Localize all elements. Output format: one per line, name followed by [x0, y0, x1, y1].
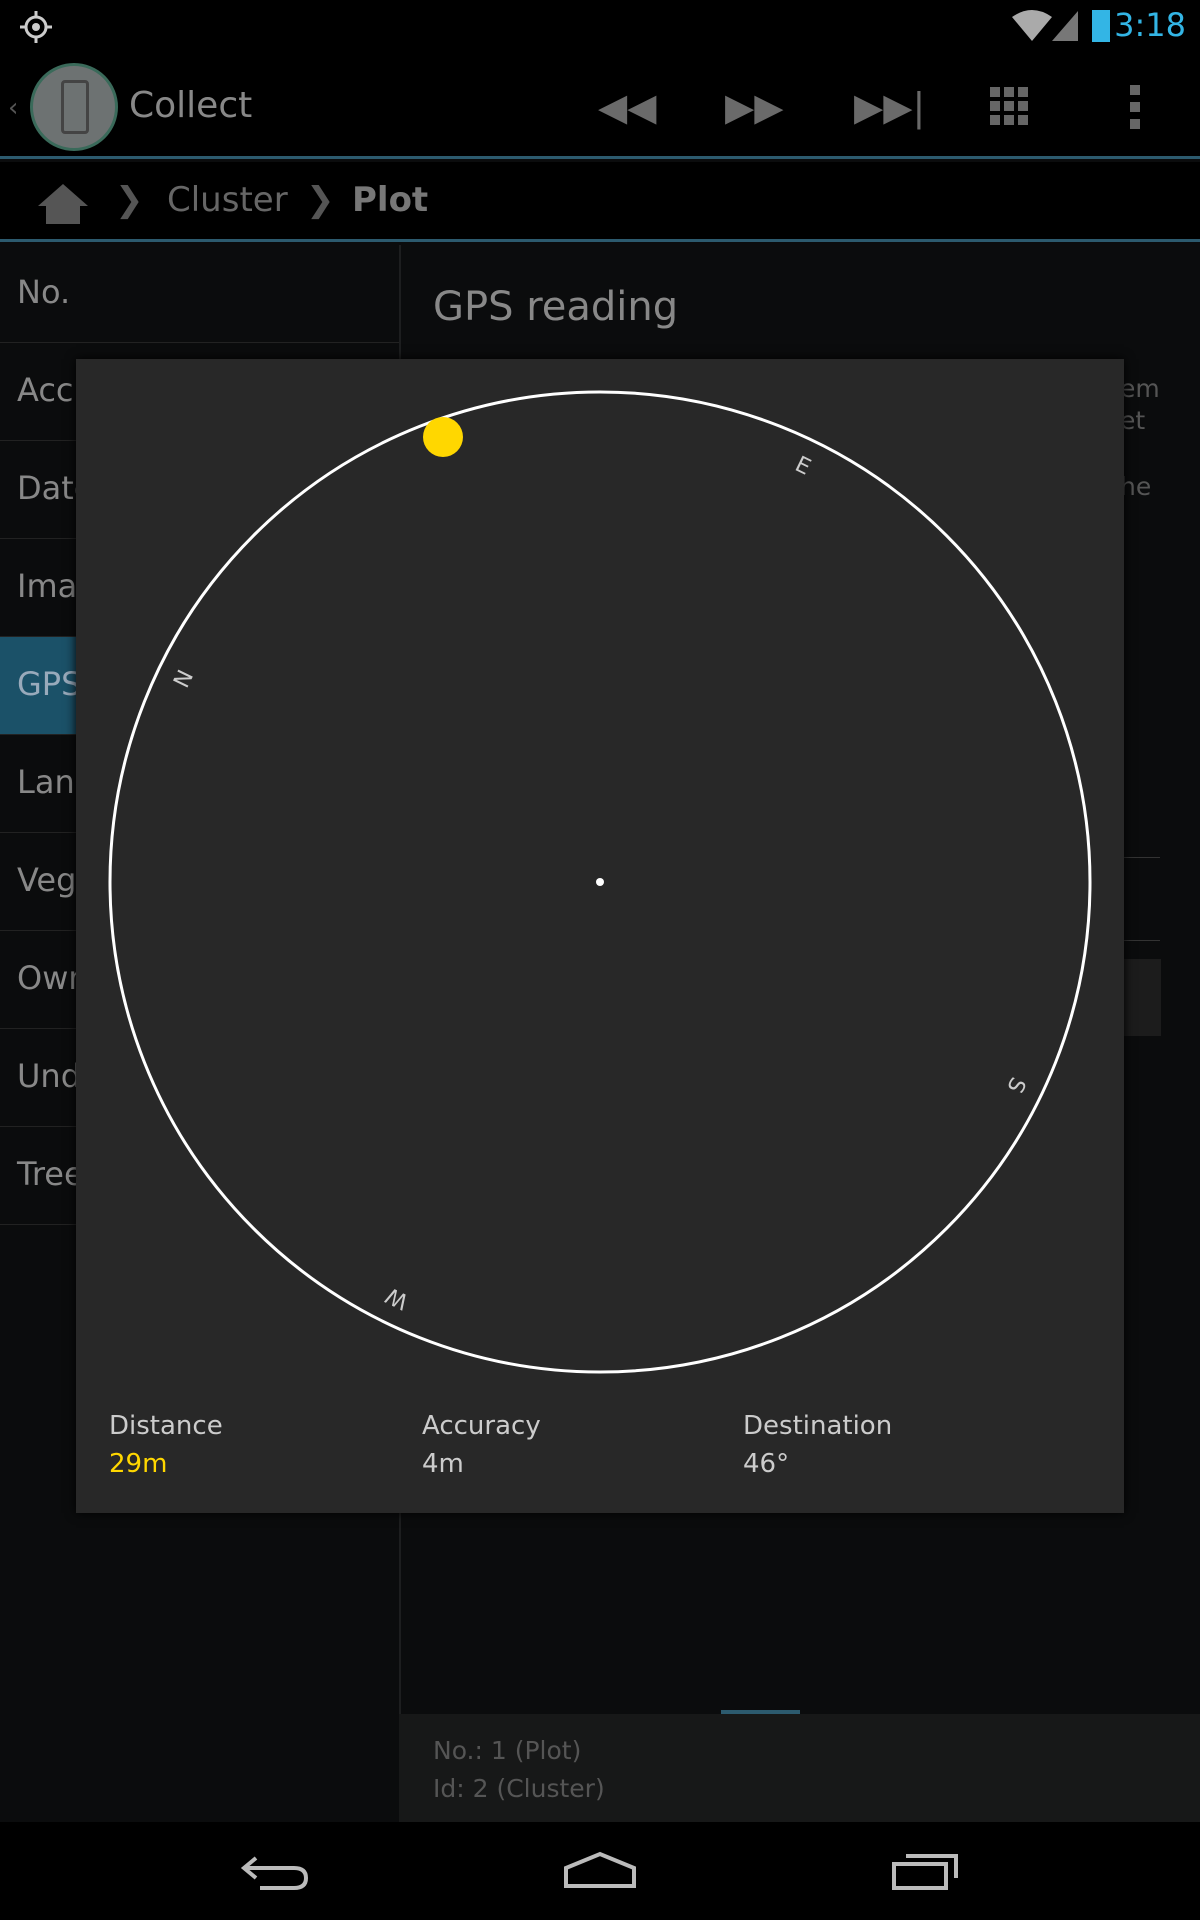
destination-value: 46° — [743, 1449, 790, 1479]
current-location-dot — [596, 878, 604, 886]
breadcrumb: ❯ Cluster ❯ Plot — [0, 162, 1200, 242]
compass-label-w: W — [382, 1282, 413, 1314]
app-title: Collect — [129, 85, 253, 126]
home-icon[interactable] — [562, 1850, 638, 1890]
compass: N E S W — [108, 390, 1092, 1374]
description-text: em — [1120, 374, 1160, 403]
navigation-bar — [0, 1822, 1200, 1920]
signal-icon — [1052, 11, 1078, 41]
back-icon[interactable] — [240, 1852, 310, 1892]
compass-label-n: N — [169, 666, 199, 692]
list-item[interactable]: No. — [0, 245, 399, 343]
skip-to-end-icon[interactable]: ▶▶| — [854, 83, 925, 131]
distance-label: Distance — [109, 1411, 223, 1441]
grid-icon[interactable] — [990, 87, 1028, 125]
distance-value: 29m — [109, 1449, 168, 1479]
battery-icon — [1092, 10, 1110, 42]
accuracy-label: Accuracy — [422, 1411, 541, 1441]
chevron-right-icon: ❯ — [115, 180, 144, 220]
clock: 3:18 — [1114, 6, 1186, 44]
recent-apps-icon[interactable] — [890, 1848, 962, 1892]
target-marker — [423, 417, 463, 457]
compass-label-e: E — [791, 452, 814, 481]
destination-label: Destination — [743, 1411, 893, 1441]
overflow-menu-icon[interactable] — [1130, 85, 1142, 129]
home-icon[interactable] — [36, 182, 90, 224]
section-title: GPS reading — [433, 284, 679, 330]
action-bar: ‹ Collect ◀◀ ▶▶ ▶▶| — [0, 55, 1200, 159]
wifi-icon — [1012, 10, 1052, 41]
chevron-right-icon: ❯ — [306, 180, 335, 220]
record-id: Id: 2 (Cluster) — [433, 1774, 605, 1803]
accuracy-value: 4m — [422, 1449, 464, 1479]
breadcrumb-cluster[interactable]: Cluster — [167, 180, 288, 220]
record-number: No.: 1 (Plot) — [433, 1736, 582, 1765]
gps-icon — [20, 11, 52, 43]
record-footer: No.: 1 (Plot) Id: 2 (Cluster) — [399, 1714, 1200, 1822]
up-chevron-icon[interactable]: ‹ — [8, 93, 18, 123]
rewind-icon[interactable]: ◀◀ — [598, 83, 656, 131]
description-text: he — [1120, 472, 1152, 501]
app-logo[interactable] — [30, 63, 118, 151]
breadcrumb-plot[interactable]: Plot — [352, 180, 428, 220]
gps-compass-dialog: N E S W Distance 29m Accuracy 4m Destinatio… — [76, 359, 1124, 1513]
status-bar: 3:18 — [0, 0, 1200, 55]
compass-label-s: S — [1001, 1073, 1030, 1097]
fast-forward-icon[interactable]: ▶▶ — [725, 83, 783, 131]
